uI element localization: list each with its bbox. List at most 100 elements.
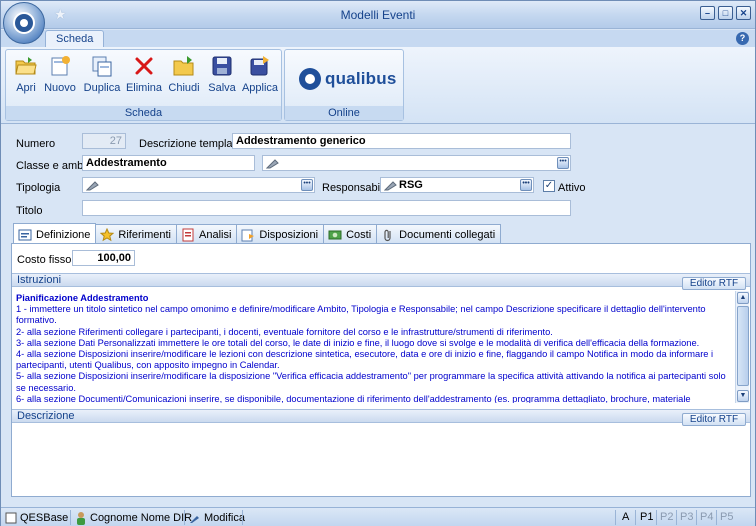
salva-button[interactable]: Salva bbox=[202, 54, 242, 94]
status-page-1[interactable]: P1 bbox=[640, 511, 653, 523]
istruzioni-rtf-text[interactable]: Pianificazione Addestramento 1 - immette… bbox=[16, 293, 730, 403]
tab-documenti-collegati[interactable]: Documenti collegati bbox=[376, 224, 502, 243]
descrizione-template-field[interactable]: Addestramento generico bbox=[232, 133, 571, 149]
istruzioni-scrollbar[interactable]: ▲ ▼ bbox=[735, 291, 749, 403]
titolo-field[interactable] bbox=[82, 200, 571, 216]
responsabile-lookup-button[interactable]: ••• bbox=[520, 179, 532, 191]
descrizione-label: Descrizione bbox=[17, 410, 75, 422]
istruzioni-label: Istruzioni bbox=[17, 274, 62, 286]
tipologia-lookup-button[interactable]: ••• bbox=[301, 179, 313, 191]
ambito-lookup-button[interactable]: ••• bbox=[557, 157, 569, 169]
istruzioni-line: 2- alla sezione Riferimenti collegare i … bbox=[16, 326, 553, 337]
edit-pencil-icon bbox=[86, 180, 99, 191]
minimize-button[interactable]: – bbox=[700, 6, 715, 20]
status-mode-label: Modifica bbox=[204, 511, 245, 524]
responsabile-field[interactable]: RSG ••• bbox=[380, 177, 534, 193]
title-bar: Modelli Eventi ★ – □ ✕ bbox=[1, 1, 755, 29]
status-bar: QESBase Cognome Nome DIR Modifica A P1 P… bbox=[1, 507, 755, 526]
database-icon bbox=[5, 512, 17, 523]
maximize-button[interactable]: □ bbox=[718, 6, 733, 20]
window-title: Modelli Eventi bbox=[340, 8, 416, 22]
ambito-field[interactable]: ••• bbox=[262, 155, 571, 171]
descrizione-template-label: Descrizione template bbox=[139, 138, 242, 150]
apply-disk-icon bbox=[250, 56, 269, 76]
istruzioni-line: 5- alla sezione Disposizioni inserire/mo… bbox=[16, 371, 726, 393]
status-user-label: Cognome Nome DIR bbox=[90, 511, 193, 524]
close-folder-icon bbox=[173, 56, 194, 76]
favorite-star-icon[interactable]: ★ bbox=[54, 6, 67, 23]
status-db-label: QESBase bbox=[20, 511, 69, 524]
tab-costi[interactable]: Costi bbox=[323, 224, 378, 243]
tipologia-field[interactable]: ••• bbox=[82, 177, 315, 193]
classe-field[interactable]: Addestramento bbox=[82, 155, 255, 171]
help-icon[interactable]: ? bbox=[736, 32, 749, 45]
status-a: A bbox=[622, 511, 630, 523]
attivo-checkbox[interactable]: ✓ bbox=[543, 180, 555, 192]
costo-fisso-field[interactable]: 100,00 bbox=[72, 250, 135, 266]
istruzioni-line: 3- alla sezione Dati Personalizzati imme… bbox=[16, 337, 700, 348]
chiudi-button[interactable]: Chiudi bbox=[164, 54, 204, 94]
nuovo-label: Nuovo bbox=[44, 82, 76, 94]
tipologia-label: Tipologia bbox=[16, 182, 61, 194]
qualibus-logo[interactable]: qualibus bbox=[299, 64, 397, 94]
numero-label: Numero bbox=[16, 138, 56, 150]
open-folder-icon bbox=[15, 57, 37, 75]
elimina-button[interactable]: Elimina bbox=[124, 54, 164, 94]
nuovo-button[interactable]: Nuovo bbox=[40, 54, 80, 94]
scroll-thumb[interactable] bbox=[737, 306, 749, 386]
istruzioni-editor-rtf-button[interactable]: Editor RTF bbox=[682, 277, 746, 290]
tab-scheda[interactable]: Scheda bbox=[45, 30, 105, 48]
applica-label: Applica bbox=[241, 82, 279, 94]
app-window: Modelli Eventi ★ – □ ✕ Scheda ? Apri Nuo… bbox=[0, 0, 756, 526]
status-page-5[interactable]: P5 bbox=[720, 511, 733, 523]
app-logo-icon bbox=[13, 12, 35, 34]
istruzioni-line: 4- alla sezione Disposizioni inserire/mo… bbox=[16, 349, 714, 371]
save-disk-icon bbox=[212, 56, 232, 76]
status-mode: Modifica bbox=[189, 510, 245, 525]
form-icon bbox=[18, 229, 32, 240]
numero-field: 27 bbox=[82, 133, 126, 149]
salva-label: Salva bbox=[208, 82, 236, 94]
tab-definizione-label: Definizione bbox=[36, 228, 91, 241]
group-label-online: Online bbox=[285, 106, 403, 120]
application-menu-button[interactable] bbox=[3, 2, 45, 44]
tab-disposizioni-label: Disposizioni bbox=[259, 229, 319, 241]
scroll-up-arrow-icon[interactable]: ▲ bbox=[737, 292, 749, 304]
group-label-scheda: Scheda bbox=[6, 106, 281, 120]
close-button[interactable]: ✕ bbox=[736, 6, 751, 20]
status-page-2[interactable]: P2 bbox=[660, 511, 673, 523]
ribbon-group-online: qualibus Online bbox=[284, 49, 404, 121]
applica-button[interactable]: Applica bbox=[240, 54, 280, 94]
tab-riferimenti[interactable]: Riferimenti bbox=[95, 224, 177, 243]
qualibus-logo-icon bbox=[299, 68, 321, 90]
tab-disposizioni[interactable]: Disposizioni bbox=[236, 224, 325, 243]
new-document-icon bbox=[51, 56, 70, 76]
analysis-icon bbox=[182, 228, 194, 242]
ribbon: Apri Nuovo Duplica Elimina Chiudi Salva bbox=[1, 47, 755, 124]
responsabile-value: RSG bbox=[399, 179, 423, 191]
istruzioni-line: 6- alla sezione Documenti/Comunicazioni … bbox=[16, 393, 691, 403]
elimina-label: Elimina bbox=[125, 82, 163, 94]
istruzioni-line: 1 - immettere un titolo sintetico nel ca… bbox=[16, 304, 706, 326]
dispositions-icon bbox=[241, 229, 255, 242]
tab-analisi[interactable]: Analisi bbox=[176, 224, 238, 243]
user-icon bbox=[77, 511, 85, 525]
istruzioni-heading: Pianificazione Addestramento bbox=[16, 293, 149, 303]
ribbon-group-scheda: Apri Nuovo Duplica Elimina Chiudi Salva bbox=[5, 49, 282, 121]
tab-definizione[interactable]: Definizione bbox=[13, 223, 97, 243]
tab-documenti-collegati-label: Documenti collegati bbox=[399, 229, 496, 241]
istruzioni-header: Istruzioni bbox=[12, 273, 750, 287]
duplica-button[interactable]: Duplica bbox=[82, 54, 122, 94]
delete-x-icon bbox=[135, 57, 153, 75]
descrizione-rtf-area[interactable] bbox=[12, 425, 750, 495]
status-page-3[interactable]: P3 bbox=[680, 511, 693, 523]
scroll-down-arrow-icon[interactable]: ▼ bbox=[737, 390, 749, 402]
definizione-panel: Costo fisso 100,00 Istruzioni Editor RTF… bbox=[11, 243, 751, 497]
costo-fisso-label: Costo fisso bbox=[17, 254, 72, 266]
chiudi-label: Chiudi bbox=[168, 82, 200, 94]
status-user: Cognome Nome DIR bbox=[75, 510, 192, 525]
status-page-4[interactable]: P4 bbox=[700, 511, 713, 523]
qualibus-logo-text: qualibus bbox=[325, 69, 397, 88]
paperclip-icon bbox=[384, 229, 391, 242]
duplicate-icon bbox=[92, 56, 112, 77]
